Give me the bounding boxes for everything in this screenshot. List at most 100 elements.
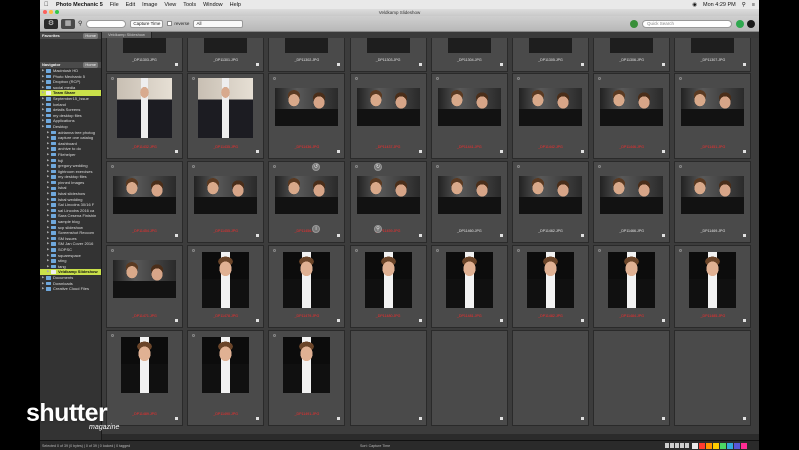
rotate-badge-icon[interactable]: [354, 77, 358, 80]
thumbnail-image[interactable]: [275, 176, 339, 214]
thumbnail-filename[interactable]: _DP11484.JPG: [594, 314, 669, 318]
menu-file[interactable]: File: [110, 2, 119, 8]
status-icon[interactable]: [630, 19, 638, 28]
rotate-badge-icon[interactable]: [517, 249, 520, 252]
thumbnail-filename[interactable]: _DP11303.JPG: [351, 58, 426, 62]
tag-checkbox[interactable]: [499, 150, 503, 153]
filter-select[interactable]: All: [193, 19, 244, 28]
thumbnail-image[interactable]: [202, 337, 250, 393]
tag-checkbox[interactable]: [499, 234, 503, 237]
thumbnail-image[interactable]: [529, 38, 572, 53]
thumbnail-cell[interactable]: _DP11302.JPG: [268, 38, 346, 72]
rotate-badge-icon[interactable]: [679, 249, 683, 252]
tag-checkbox[interactable]: [337, 150, 341, 153]
thumbnail-filename[interactable]: _DP11451.JPG: [675, 145, 750, 149]
rotate-badge-icon[interactable]: [598, 165, 602, 168]
zoom-window-icon[interactable]: [55, 10, 59, 14]
rotate-badge-icon[interactable]: [679, 77, 683, 80]
thumbnail-image[interactable]: [519, 88, 582, 126]
thumbnail-cell[interactable]: _DP11481.JPG: [430, 245, 508, 328]
thumbnail-cell[interactable]: _DP11436.JPG: [268, 73, 346, 159]
rotate-badge-icon[interactable]: [354, 249, 358, 252]
thumbnail-image[interactable]: [681, 176, 745, 214]
thumbnail-filename[interactable]: _DP11442.JPG: [513, 145, 588, 149]
thumbnail-image[interactable]: [202, 252, 250, 308]
thumbnail-filename[interactable]: _DP11304.JPG: [432, 58, 507, 62]
thumbnail-cell[interactable]: _DP11490.JPG: [187, 330, 265, 426]
rotate-badge-icon[interactable]: [517, 165, 520, 168]
thumbnail-cell[interactable]: _DP11304.JPG: [430, 38, 508, 72]
thumbnail-filename[interactable]: _DP11485.JPG: [675, 314, 750, 318]
thumbnail-cell[interactable]: [674, 330, 752, 426]
rotate-badge-icon[interactable]: [273, 334, 277, 337]
thumbnail-image[interactable]: [194, 176, 258, 214]
tag-checkbox[interactable]: [418, 234, 422, 237]
thumbnail-image[interactable]: [608, 252, 656, 308]
thumbnail-image[interactable]: [356, 88, 420, 126]
tag-checkbox[interactable]: [256, 63, 260, 66]
tag-checkbox[interactable]: [662, 417, 666, 420]
thumbnail-filename[interactable]: _DP11469.JPG: [675, 229, 750, 233]
thumbnail-cell[interactable]: [512, 330, 589, 426]
thumbnail-cell[interactable]: _DP11303.JPG: [349, 38, 427, 72]
gear-icon[interactable]: ⚙: [44, 18, 58, 29]
color-class-swatch[interactable]: [741, 442, 747, 449]
thumbnail-cell[interactable]: _DP11306.JPG: [593, 38, 671, 72]
navigator-home-button[interactable]: Home: [83, 62, 98, 68]
rating-star-icon[interactable]: [685, 443, 689, 448]
thumbnail-image[interactable]: [519, 176, 582, 214]
rotate-badge-icon[interactable]: [111, 249, 114, 252]
thumbnail-cell[interactable]: _DP11307.JPG: [674, 38, 752, 72]
rotate-badge-icon[interactable]: [273, 77, 277, 80]
tag-checkbox[interactable]: [256, 150, 260, 153]
thumbnail-image[interactable]: [364, 252, 412, 308]
thumbnail-cell[interactable]: _DP11489.JPG: [106, 330, 183, 426]
tag-checkbox[interactable]: [175, 417, 178, 420]
reverse-checkbox[interactable]: [167, 21, 173, 26]
menu-edit[interactable]: Edit: [126, 2, 135, 8]
thumbnail-image[interactable]: [113, 176, 176, 214]
folder-tree-item[interactable]: ▶ Creative Cloud Files: [40, 286, 101, 292]
tag-checkbox[interactable]: [175, 63, 178, 66]
thumbnail-image[interactable]: [447, 38, 491, 53]
thumbnail-filename[interactable]: _DP11306.JPG: [594, 58, 669, 62]
thumbnail-cell[interactable]: _DP11442.JPG: [512, 73, 589, 159]
tag-checkbox[interactable]: [418, 417, 422, 420]
rating-star-icon[interactable]: [670, 443, 674, 448]
thumbnail-cell[interactable]: _DP11482.JPG: [512, 245, 589, 328]
clock[interactable]: Mon 4:29 PM: [703, 2, 736, 8]
thumbnail-image[interactable]: [285, 38, 329, 53]
menu-view[interactable]: View: [164, 2, 176, 8]
tag-checkbox[interactable]: [743, 319, 747, 322]
thumbnail-filename[interactable]: _DP11303.JPG: [107, 58, 182, 62]
thumbnail-filename[interactable]: _DP11456.JPG: [269, 229, 344, 233]
thumbnail-cell[interactable]: _DP11455.JPG: [187, 161, 265, 243]
thumbnail-cell[interactable]: _DP11303.JPG: [106, 38, 183, 72]
thumbnail-image[interactable]: [445, 252, 493, 308]
apple-icon[interactable]: : [44, 2, 50, 8]
thumbnail-image[interactable]: [275, 88, 339, 126]
tag-checkbox[interactable]: [256, 417, 260, 420]
rotate-badge-icon[interactable]: [679, 165, 683, 168]
thumbnail-image[interactable]: [610, 38, 654, 53]
thumbnail-filename[interactable]: _DP11459.JPG: [351, 229, 426, 233]
tag-checkbox[interactable]: [337, 319, 341, 322]
zoom-icon[interactable]: ⚲: [78, 20, 82, 27]
tag-checkbox[interactable]: [256, 319, 260, 322]
tag-checkbox[interactable]: [175, 150, 178, 153]
rotate-badge-icon[interactable]: [517, 77, 520, 80]
thumbnail-filename[interactable]: _DP11455.JPG: [188, 229, 263, 233]
color-class-swatch[interactable]: [713, 442, 719, 449]
thumbnail-filename[interactable]: _DP11454.JPG: [107, 229, 182, 233]
thumbnail-size-slider[interactable]: [86, 19, 127, 28]
thumbnail-filename[interactable]: _DP11446.JPG: [594, 145, 669, 149]
thumbnail-cell[interactable]: _DP11484.JPG: [593, 245, 671, 328]
close-window-icon[interactable]: [43, 10, 47, 14]
thumbnail-cell[interactable]: _DP11459.JPG: [349, 161, 427, 243]
info-icon[interactable]: i: [312, 225, 320, 233]
thumbnail-filename[interactable]: _DP11480.JPG: [351, 314, 426, 318]
thumbnail-filename[interactable]: _DP11437.JPG: [351, 145, 426, 149]
minimize-window-icon[interactable]: [49, 10, 53, 14]
thumbnail-filename[interactable]: _DP11305.JPG: [513, 58, 588, 62]
rotate-badge-icon[interactable]: [598, 249, 602, 252]
